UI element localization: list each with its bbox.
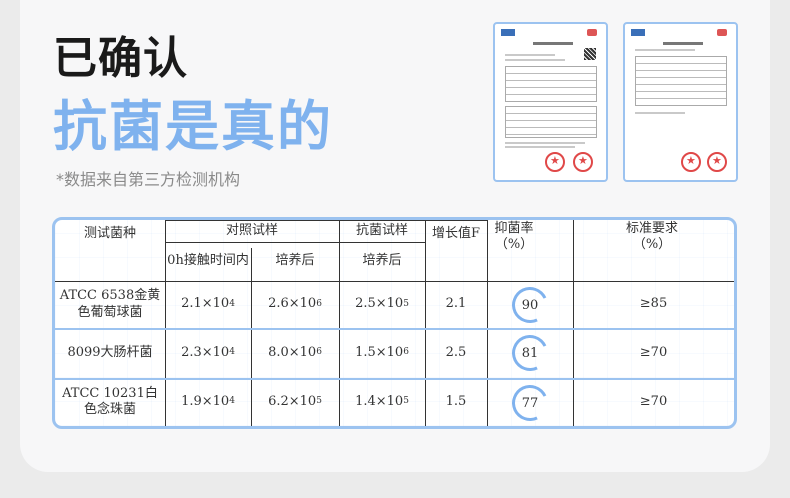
row3-control-after: 6.2×10 5 xyxy=(268,393,322,409)
row1-antibacterial-after: 2.5×10 5 xyxy=(355,296,409,312)
header-antibacterial-sample: 抗菌试样 xyxy=(355,222,408,238)
header-control-0h: 0h接触时间内 xyxy=(167,253,249,269)
row2-strain: 8099大肠杆菌 xyxy=(67,344,153,360)
header-control-after: 培养后 xyxy=(275,253,315,269)
row3-standard: ≥70 xyxy=(639,393,668,409)
page-title: 已确认 xyxy=(53,33,188,84)
row1-strain: ATCC 6538金黄色葡萄球菌 xyxy=(59,288,161,320)
header-control-sample: 对照试样 xyxy=(225,222,278,238)
header-antibacterial-after: 培养后 xyxy=(362,253,402,269)
test-report-image-1 xyxy=(493,22,608,182)
header-standard: 标准要求（%） xyxy=(625,220,678,252)
row1-control-0h: 2.1×10 4 xyxy=(181,296,235,312)
row1-rate: 90 xyxy=(521,297,539,313)
row1-control-after: 2.6×10 6 xyxy=(268,296,322,312)
row2-antibacterial-after: 1.5×10 6 xyxy=(355,344,409,360)
row2-rate: 81 xyxy=(521,345,539,361)
row3-control-0h: 1.9×10 4 xyxy=(181,393,235,409)
row3-growth: 1.5 xyxy=(445,393,467,409)
row1-standard: ≥85 xyxy=(639,296,668,312)
row3-strain: ATCC 10231白色念珠菌 xyxy=(62,385,158,417)
row1-growth: 2.1 xyxy=(445,296,467,312)
row3-rate: 77 xyxy=(521,395,539,411)
source-note: *数据来自第三方检测机构 xyxy=(56,170,241,189)
antibacterial-test-table: 测试菌种 对照试样 0h接触时间内 培养后 抗菌试样 培养后 增长值F 抑菌率（… xyxy=(52,217,737,429)
row2-standard: ≥70 xyxy=(639,344,668,360)
row2-control-0h: 2.3×10 4 xyxy=(181,344,235,360)
header-inhibition-rate: 抑菌率（%） xyxy=(494,220,534,252)
page-subtitle: 抗菌是真的 xyxy=(53,95,333,158)
row2-growth: 2.5 xyxy=(445,344,467,360)
header-strain: 测试菌种 xyxy=(83,225,136,241)
header-growth-value: 增长值F xyxy=(431,225,481,241)
row3-antibacterial-after: 1.4×10 5 xyxy=(355,393,409,409)
row2-control-after: 8.0×10 6 xyxy=(268,344,322,360)
test-report-image-2 xyxy=(623,22,738,182)
